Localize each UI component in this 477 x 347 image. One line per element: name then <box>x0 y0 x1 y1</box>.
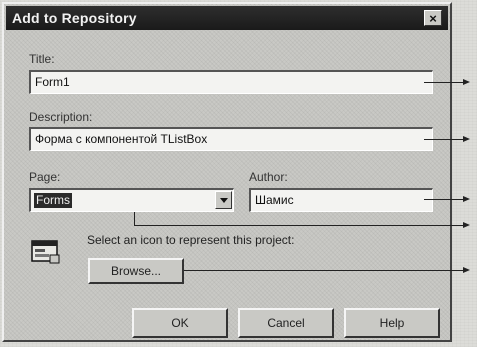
add-to-repository-dialog: Add to Repository × <box>2 2 452 342</box>
pointer-arrow-browse <box>184 267 470 273</box>
description-label: Description: <box>29 110 93 124</box>
title-bar[interactable]: Add to Repository × <box>6 6 448 30</box>
pointer-arrow-description <box>424 136 470 142</box>
author-input[interactable]: Шамис <box>249 188 433 212</box>
form-window-icon <box>31 240 60 264</box>
page-combobox[interactable]: Forms <box>29 188 234 212</box>
chevron-down-icon[interactable] <box>215 191 232 209</box>
icon-prompt-text: Select an icon to represent this project… <box>87 233 295 247</box>
close-icon: × <box>429 10 437 26</box>
help-button[interactable]: Help <box>344 308 440 338</box>
cancel-button[interactable]: Cancel <box>238 308 334 338</box>
browse-button[interactable]: Browse... <box>88 258 184 284</box>
pointer-arrow-title <box>424 79 470 85</box>
pointer-arrow-page <box>134 222 470 228</box>
dialog-title: Add to Repository <box>12 10 137 26</box>
page-label: Page: <box>29 170 61 184</box>
pointer-arrow-author <box>424 196 470 202</box>
ok-button[interactable]: OK <box>132 308 228 338</box>
pointer-drop-page <box>134 212 135 225</box>
description-input[interactable]: Форма с компонентой TListBox <box>29 127 433 151</box>
page-selected-value: Forms <box>34 193 72 208</box>
author-label: Author: <box>249 170 288 184</box>
close-button[interactable]: × <box>424 10 442 26</box>
title-input[interactable]: Form1 <box>29 70 433 94</box>
title-label: Title: <box>29 52 55 66</box>
